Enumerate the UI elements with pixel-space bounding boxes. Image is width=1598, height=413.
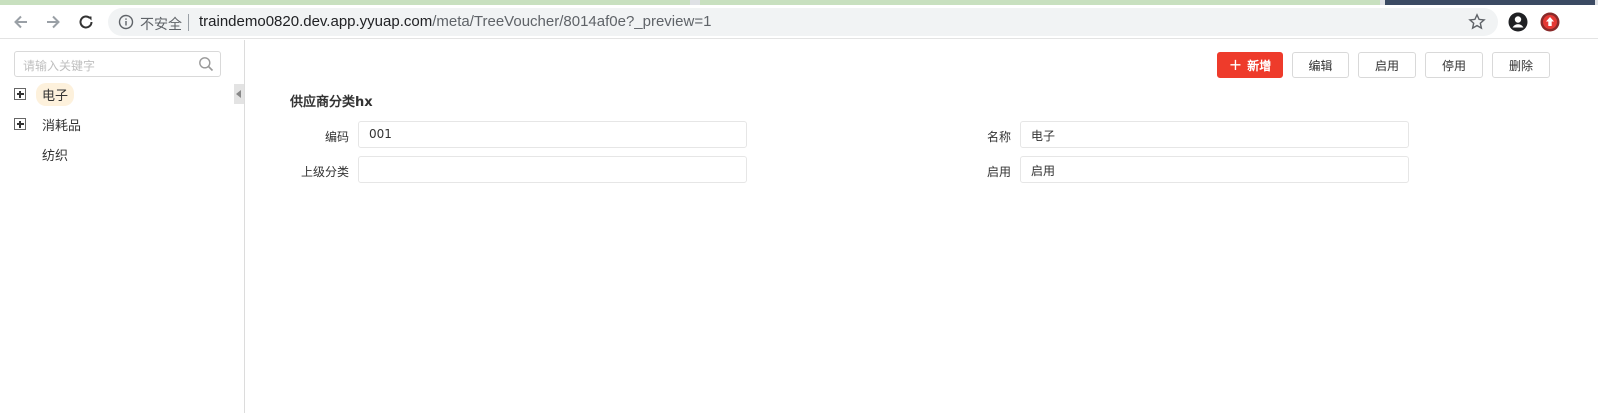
tree-node[interactable]: 电子 (14, 82, 75, 106)
info-icon[interactable] (118, 14, 134, 30)
security-label: 不安全 (140, 17, 182, 33)
tree-node-label[interactable]: 纺织 (36, 143, 74, 166)
search-placeholder: 请输入关键字 (23, 59, 96, 73)
search-input[interactable]: 请输入关键字 (14, 51, 221, 77)
add-button[interactable]: + 新增 (1217, 52, 1283, 78)
sidebar: 请输入关键字 电子 消耗品 纺织 (0, 40, 245, 413)
edit-button-label: 编辑 (1308, 58, 1333, 73)
delete-button[interactable]: 删除 (1492, 52, 1550, 78)
expand-plus-icon[interactable] (14, 88, 26, 100)
disable-button-label: 停用 (1441, 58, 1466, 73)
back-arrow-icon (14, 15, 27, 29)
plus-icon: + (1228, 55, 1243, 74)
enable-button[interactable]: 启用 (1358, 52, 1416, 78)
code-field[interactable]: 001 (358, 121, 747, 148)
chevron-left-icon (236, 90, 241, 98)
status-label: 启用 (986, 165, 1011, 179)
delete-button-label: 删除 (1508, 58, 1533, 73)
forward-button[interactable] (42, 11, 64, 33)
back-button[interactable] (10, 11, 32, 33)
add-button-label: 新增 (1247, 58, 1272, 73)
disable-button[interactable]: 停用 (1425, 52, 1483, 78)
parent-category-field[interactable] (358, 156, 747, 183)
expand-plus-icon[interactable] (14, 118, 26, 130)
reload-icon (79, 15, 93, 29)
tree-node-label[interactable]: 消耗品 (36, 113, 87, 136)
forward-arrow-icon (47, 15, 60, 29)
tree-node-label[interactable]: 电子 (36, 82, 75, 106)
name-field[interactable]: 电子 (1020, 121, 1409, 148)
enable-button-label: 启用 (1374, 58, 1399, 73)
edit-button[interactable]: 编辑 (1292, 52, 1349, 78)
code-label: 编码 (324, 130, 349, 144)
parent-category-label: 上级分类 (300, 165, 349, 179)
url-host: traindemo0820.dev.app.yyuap.com (199, 13, 433, 30)
tree-node[interactable]: 消耗品 (14, 113, 87, 135)
collapse-handle[interactable] (234, 84, 244, 104)
tree-node[interactable]: 纺织 (36, 143, 74, 165)
address-bar[interactable]: 不安全 traindemo0820.dev.app.yyuap.com/meta… (108, 8, 1498, 36)
extension-icon[interactable] (1540, 12, 1560, 32)
form-title: 供应商分类hx (290, 95, 373, 110)
url-path: /meta/TreeVoucher/8014af0e?_preview=1 (432, 13, 712, 30)
browser-toolbar: 不安全 traindemo0820.dev.app.yyuap.com/meta… (0, 5, 1598, 39)
status-field[interactable]: 启用 (1020, 156, 1409, 183)
name-label: 名称 (986, 130, 1011, 144)
profile-avatar-icon[interactable] (1508, 12, 1528, 32)
url-text[interactable]: traindemo0820.dev.app.yyuap.com/meta/Tre… (199, 13, 711, 30)
reload-button[interactable] (75, 11, 97, 33)
search-icon[interactable] (198, 56, 214, 72)
bookmark-star-icon[interactable] (1468, 13, 1486, 31)
divider (188, 14, 189, 31)
